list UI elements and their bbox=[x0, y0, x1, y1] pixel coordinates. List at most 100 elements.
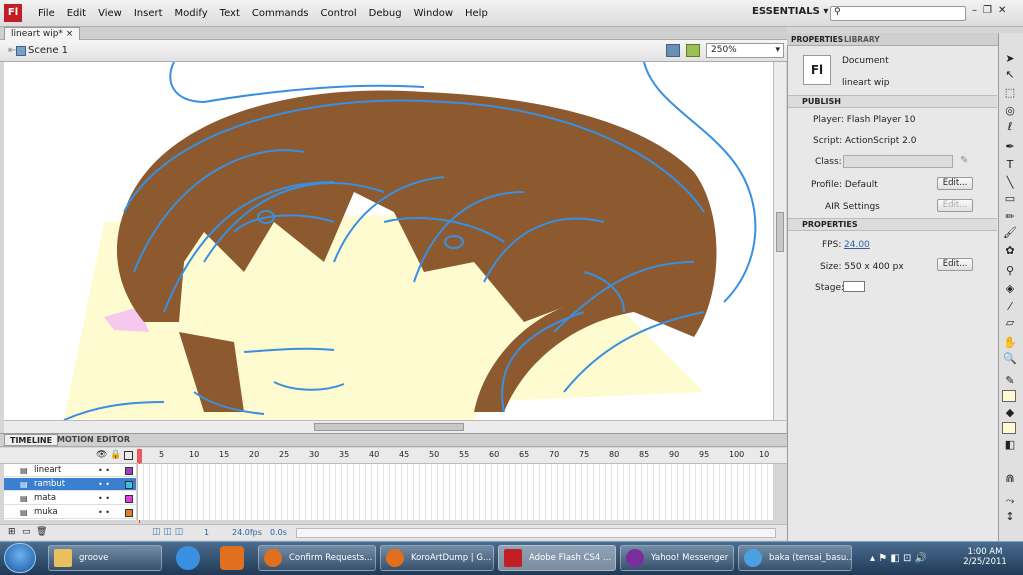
layer-visibility-toggles[interactable]: • • bbox=[98, 492, 110, 505]
horizontal-scrollbar[interactable] bbox=[4, 420, 786, 433]
taskbar-item-koroartdump[interactable]: KoroArtDump | G... bbox=[380, 545, 494, 571]
layer-color-swatch[interactable] bbox=[125, 467, 133, 475]
stage-canvas[interactable] bbox=[4, 62, 773, 420]
taskbar-item-baka[interactable]: baka (tensai_basu... bbox=[738, 545, 852, 571]
edit-scene-icon[interactable] bbox=[666, 44, 680, 57]
hand-tool-icon[interactable]: ✋ bbox=[1002, 336, 1018, 350]
layer-color-swatch[interactable] bbox=[125, 495, 133, 503]
selection-tool-icon[interactable]: ➤ bbox=[1002, 52, 1018, 66]
zoom-tool-icon[interactable]: 🔍 bbox=[1002, 352, 1018, 366]
vertical-scrollbar[interactable] bbox=[773, 62, 786, 420]
new-layer-icon[interactable]: ⊞ bbox=[8, 527, 16, 537]
help-search-input[interactable]: ⚲ bbox=[830, 6, 966, 21]
paint-bucket-icon[interactable]: ◈ bbox=[1002, 282, 1018, 296]
close-icon[interactable]: ✕ bbox=[998, 5, 1006, 16]
profile-edit-button[interactable]: Edit... bbox=[937, 177, 973, 190]
layer-row[interactable]: muka ▤ • • bbox=[4, 506, 136, 519]
pen-tool-icon[interactable]: ✒ bbox=[1002, 140, 1018, 154]
eye-icon[interactable]: 👁 bbox=[96, 450, 107, 460]
stage-color-swatch[interactable] bbox=[843, 281, 865, 292]
taskbar-item-groove[interactable]: groove bbox=[48, 545, 162, 571]
3d-rotation-icon[interactable]: ◎ bbox=[1002, 104, 1018, 118]
size-edit-button[interactable]: Edit... bbox=[937, 258, 973, 271]
vertical-scroll-thumb[interactable] bbox=[776, 212, 784, 252]
playhead[interactable] bbox=[137, 449, 142, 463]
lock-icon[interactable]: 🔒 bbox=[110, 450, 121, 460]
tab-motion-editor[interactable]: MOTION EDITOR bbox=[52, 434, 135, 446]
menu-insert[interactable]: Insert bbox=[128, 8, 169, 19]
tab-timeline[interactable]: TIMELINE bbox=[4, 434, 59, 446]
fps-value[interactable]: 24.00 bbox=[844, 240, 870, 250]
close-tab-icon[interactable]: × bbox=[66, 29, 74, 39]
class-field[interactable] bbox=[843, 155, 953, 168]
document-tab[interactable]: lineart wip* × bbox=[4, 27, 81, 40]
layer-row[interactable]: mata ▤ • • bbox=[4, 492, 136, 505]
deco-tool-icon[interactable]: ✿ bbox=[1002, 244, 1018, 258]
tab-properties[interactable]: PROPERTIES bbox=[791, 35, 843, 44]
edit-symbols-icon[interactable] bbox=[686, 44, 700, 57]
layer-visibility-toggles[interactable]: • • bbox=[98, 478, 110, 491]
tray-icons[interactable]: ▴ ⚑ ◧ ⊡ 🔊 bbox=[870, 553, 927, 564]
clock[interactable]: 1:00 AM 2/25/2011 bbox=[960, 547, 1010, 567]
lasso-icon[interactable]: ℓ bbox=[1002, 120, 1018, 134]
layer-row[interactable]: rambut ▤ • • bbox=[4, 478, 136, 491]
straighten-icon[interactable]: ↕ bbox=[1002, 510, 1018, 524]
menu-modify[interactable]: Modify bbox=[169, 8, 214, 19]
text-tool-icon[interactable]: T bbox=[1002, 158, 1018, 172]
workspace-switcher[interactable]: ESSENTIALS ▾ bbox=[752, 6, 828, 17]
stroke-color-swatch[interactable] bbox=[1002, 390, 1016, 402]
menu-edit[interactable]: Edit bbox=[61, 8, 92, 19]
pencil-tool-icon[interactable]: ✏ bbox=[1002, 210, 1018, 224]
menu-file[interactable]: File bbox=[32, 8, 61, 19]
layer-visibility-toggles[interactable]: • • bbox=[98, 506, 110, 519]
publish-section-header[interactable]: PUBLISH bbox=[788, 95, 997, 108]
zoom-select[interactable]: 250% ▾ bbox=[706, 43, 784, 58]
delete-layer-icon[interactable]: 🗑 bbox=[36, 527, 47, 537]
line-tool-icon[interactable]: ╲ bbox=[1002, 176, 1018, 190]
ie-icon[interactable] bbox=[176, 546, 200, 570]
horizontal-scroll-thumb[interactable] bbox=[314, 423, 464, 431]
menu-control[interactable]: Control bbox=[315, 8, 363, 19]
taskbar-item-confirm-requests[interactable]: Confirm Requests... bbox=[258, 545, 376, 571]
layer-color-swatch[interactable] bbox=[125, 509, 133, 517]
menu-debug[interactable]: Debug bbox=[363, 8, 408, 19]
rectangle-tool-icon[interactable]: ▭ bbox=[1002, 192, 1018, 206]
fill-color-swatch[interactable] bbox=[1002, 422, 1016, 434]
layer-visibility-toggles[interactable]: • • bbox=[98, 464, 110, 477]
onion-skin-icon[interactable]: ◫ ◫ ◫ bbox=[152, 527, 183, 537]
minimize-icon[interactable]: – bbox=[972, 5, 977, 16]
taskbar-item-yahoo[interactable]: Yahoo! Messenger bbox=[620, 545, 734, 571]
menu-window[interactable]: Window bbox=[408, 8, 459, 19]
free-transform-icon[interactable]: ⬚ bbox=[1002, 86, 1018, 100]
bone-tool-icon[interactable]: ⚲ bbox=[1002, 264, 1018, 278]
restore-icon[interactable]: ❐ bbox=[983, 5, 992, 16]
menu-commands[interactable]: Commands bbox=[246, 8, 315, 19]
snap-magnet-icon[interactable]: ⋒ bbox=[1002, 472, 1018, 486]
eyedropper-icon[interactable]: ⁄ bbox=[1002, 300, 1018, 314]
layer-row[interactable]: lineart ▤ • • bbox=[4, 464, 136, 477]
pencil-icon[interactable]: ✎ bbox=[960, 155, 968, 166]
layer-color-swatch[interactable] bbox=[125, 481, 133, 489]
stroke-color-icon[interactable]: ✎ bbox=[1002, 374, 1018, 388]
frame-grid[interactable] bbox=[137, 464, 773, 520]
timeline-hscrollbar[interactable] bbox=[296, 528, 776, 538]
new-folder-icon[interactable]: ▭ bbox=[22, 527, 31, 537]
brush-tool-icon[interactable]: 🖌 bbox=[1002, 226, 1018, 240]
frame-rate[interactable]: 24.0fps bbox=[232, 528, 262, 537]
menu-help[interactable]: Help bbox=[459, 8, 494, 19]
media-player-icon[interactable] bbox=[220, 546, 244, 570]
taskbar-item-flash[interactable]: Adobe Flash CS4 ... bbox=[498, 545, 616, 571]
air-edit-button[interactable]: Edit... bbox=[937, 199, 973, 212]
properties-section-header[interactable]: PROPERTIES bbox=[788, 218, 997, 231]
current-frame[interactable]: 1 bbox=[204, 528, 209, 537]
smooth-icon[interactable]: ⤳ bbox=[1002, 494, 1018, 508]
default-colors-icon[interactable]: ◧ bbox=[1002, 438, 1018, 452]
fill-color-icon[interactable]: ◆ bbox=[1002, 406, 1018, 420]
eraser-tool-icon[interactable]: ▱ bbox=[1002, 316, 1018, 330]
menu-text[interactable]: Text bbox=[214, 8, 246, 19]
outline-icon[interactable] bbox=[124, 451, 133, 460]
tab-library[interactable]: LIBRARY bbox=[844, 35, 880, 44]
menu-view[interactable]: View bbox=[92, 8, 128, 19]
subselection-tool-icon[interactable]: ↖ bbox=[1002, 68, 1018, 82]
start-button[interactable] bbox=[4, 543, 36, 573]
